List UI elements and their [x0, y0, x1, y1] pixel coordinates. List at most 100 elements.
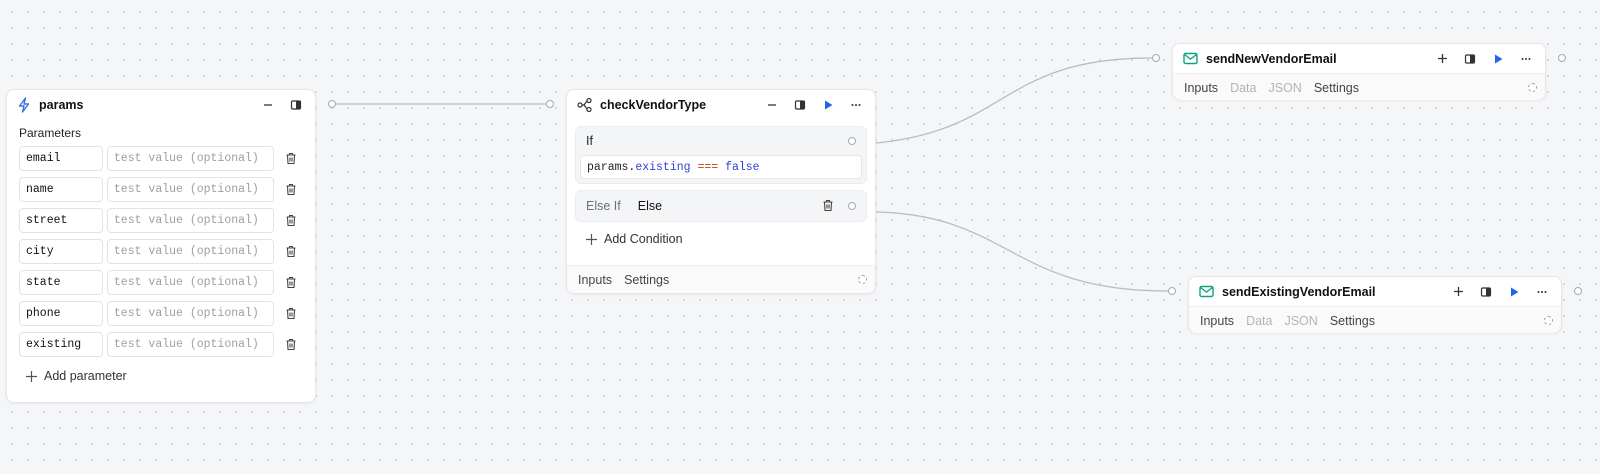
existing-email-node-header[interactable]: sendExistingVendorEmail	[1189, 277, 1561, 306]
parameter-test-value-input[interactable]	[106, 146, 275, 171]
existing-email-node-title: sendExistingVendorEmail	[1222, 284, 1376, 299]
params-node-title: params	[39, 98, 84, 112]
collapse-button[interactable]	[255, 92, 281, 118]
if-output-handle[interactable]	[848, 137, 856, 145]
parameter-row: name	[7, 177, 315, 202]
plus-icon	[1437, 54, 1447, 63]
tab-inputs[interactable]: Inputs	[1184, 81, 1218, 95]
delete-parameter-button[interactable]	[278, 208, 303, 233]
params-output-handle[interactable]	[328, 100, 336, 108]
plus-icon	[26, 370, 37, 382]
if-expression[interactable]: params. existing === false	[580, 155, 862, 179]
else-label[interactable]: Else	[638, 199, 662, 213]
new-email-output-handle[interactable]	[1558, 54, 1566, 62]
expr-operator: ===	[697, 160, 719, 174]
panel-toggle-button[interactable]	[1457, 46, 1483, 72]
delete-parameter-button[interactable]	[278, 239, 303, 264]
expr-value: false	[725, 160, 760, 174]
collapse-button[interactable]	[759, 92, 785, 118]
parameter-test-value-input[interactable]	[106, 177, 275, 202]
tab-json[interactable]: JSON	[1284, 314, 1317, 328]
parameter-test-value-input[interactable]	[106, 239, 275, 264]
check-vendor-type-node[interactable]: checkVendorType If params . existing ===…	[566, 89, 876, 294]
edge-else-to-existing-email	[875, 211, 1169, 292]
parameter-name-field[interactable]: name	[19, 177, 103, 202]
parameter-name-field[interactable]: street	[19, 208, 103, 233]
tab-inputs[interactable]: Inputs	[1200, 314, 1234, 328]
parameter-name-field[interactable]: phone	[19, 301, 103, 326]
add-parameter-label: Add parameter	[44, 369, 127, 383]
send-new-vendor-email-node[interactable]: sendNewVendorEmail Inputs Data JSON Sett…	[1172, 43, 1546, 100]
trash-icon[interactable]	[822, 199, 834, 212]
existing-email-input-handle[interactable]	[1168, 287, 1176, 295]
expr-dot: .	[628, 160, 636, 174]
run-button[interactable]	[1485, 46, 1511, 72]
delete-parameter-button[interactable]	[278, 332, 303, 357]
panel-toggle-button[interactable]	[283, 92, 309, 118]
add-condition-button[interactable]: Add Condition	[585, 232, 875, 246]
workflow-canvas[interactable]: params Parameters email name street city sta…	[0, 0, 1600, 474]
plus-icon	[1453, 287, 1463, 296]
parameter-name-field[interactable]: state	[19, 270, 103, 295]
new-email-input-handle[interactable]	[1152, 54, 1160, 62]
parameter-row: email	[7, 146, 315, 171]
tab-json[interactable]: JSON	[1268, 81, 1301, 95]
trash-icon	[286, 245, 296, 258]
play-icon	[1511, 287, 1519, 296]
play-icon	[825, 100, 833, 110]
parameter-name-field[interactable]: city	[19, 239, 103, 264]
existing-email-output-handle[interactable]	[1574, 287, 1582, 295]
send-existing-vendor-email-node[interactable]: sendExistingVendorEmail Inputs Data JSON…	[1188, 276, 1562, 333]
params-node[interactable]: params Parameters email name street city sta…	[6, 89, 316, 403]
tab-data[interactable]: Data	[1246, 314, 1272, 328]
else-if-toggle[interactable]: Else If	[586, 199, 621, 213]
parameter-test-value-input[interactable]	[106, 332, 275, 357]
add-parameter-button[interactable]: Add parameter	[25, 369, 315, 383]
else-condition-block[interactable]: Else If Else	[575, 190, 867, 222]
tab-inputs[interactable]: Inputs	[578, 273, 612, 287]
run-button[interactable]	[815, 92, 841, 118]
parameter-test-value-input[interactable]	[106, 208, 275, 233]
if-condition-block[interactable]: If params. existing === false	[575, 126, 867, 184]
parameter-row: phone	[7, 301, 315, 326]
minus-icon	[768, 104, 776, 106]
delete-parameter-button[interactable]	[278, 270, 303, 295]
panel-toggle-button[interactable]	[787, 92, 813, 118]
panel-icon	[1480, 286, 1492, 297]
else-output-handle[interactable]	[848, 202, 856, 210]
check-node-header[interactable]: checkVendorType	[567, 90, 875, 120]
tab-settings[interactable]: Settings	[1314, 81, 1359, 95]
parameter-row: city	[7, 239, 315, 264]
parameter-name-field[interactable]: existing	[19, 332, 103, 357]
branch-icon	[577, 98, 592, 112]
params-node-header[interactable]: params	[7, 90, 315, 120]
new-email-node-header[interactable]: sendNewVendorEmail	[1173, 44, 1545, 73]
more-icon	[851, 104, 861, 106]
add-button[interactable]	[1445, 279, 1471, 305]
delete-parameter-button[interactable]	[278, 146, 303, 171]
loading-icon	[1544, 316, 1553, 325]
parameter-list: email name street city state phone existing	[7, 146, 315, 357]
parameter-test-value-input[interactable]	[106, 270, 275, 295]
trash-icon	[286, 214, 296, 227]
parameter-name-field[interactable]: email	[19, 146, 103, 171]
expr-property: existing	[635, 160, 691, 174]
delete-parameter-button[interactable]	[278, 177, 303, 202]
check-input-handle[interactable]	[546, 100, 554, 108]
more-button[interactable]	[1529, 279, 1555, 305]
parameter-row: street	[7, 208, 315, 233]
run-button[interactable]	[1501, 279, 1527, 305]
delete-parameter-button[interactable]	[278, 301, 303, 326]
parameter-test-value-input[interactable]	[106, 301, 275, 326]
panel-toggle-button[interactable]	[1473, 279, 1499, 305]
more-button[interactable]	[1513, 46, 1539, 72]
more-button[interactable]	[843, 92, 869, 118]
tab-settings[interactable]: Settings	[1330, 314, 1375, 328]
tab-settings[interactable]: Settings	[624, 273, 669, 287]
expr-space	[691, 161, 698, 174]
parameter-row: existing	[7, 332, 315, 357]
panel-icon	[794, 100, 806, 110]
tab-data[interactable]: Data	[1230, 81, 1256, 95]
add-button[interactable]	[1429, 46, 1455, 72]
panel-icon	[290, 100, 302, 110]
